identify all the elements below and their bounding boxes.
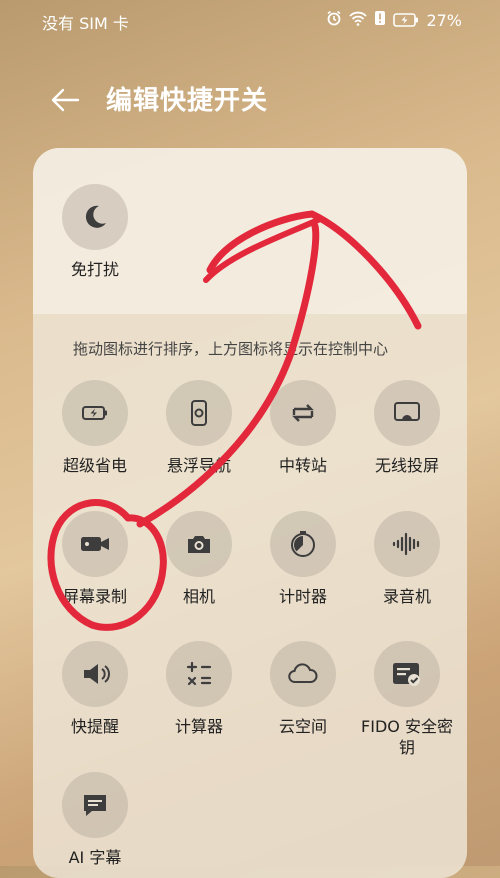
tile-ai-subtitle[interactable]: AI 字幕 — [43, 772, 147, 868]
wireless-projection-icon — [394, 402, 420, 421]
quick-switch-panel: 免打扰 拖动图标进行排序，上方图标将显示在控制中心 超级省电 悬浮导航 中转站 … — [33, 148, 467, 878]
tile-do-not-disturb[interactable]: 免打扰 — [43, 184, 147, 280]
wifi-icon — [349, 11, 368, 30]
quick-reminder-icon — [84, 664, 110, 684]
screen-record-icon — [81, 537, 109, 551]
back-button[interactable] — [48, 82, 84, 118]
cloud-icon — [288, 663, 318, 683]
camera-icon — [188, 536, 210, 553]
tile-button[interactable] — [62, 184, 128, 250]
tile-timer[interactable]: 计时器 — [251, 511, 355, 607]
sort-hint: 拖动图标进行排序，上方图标将显示在控制中心 — [73, 340, 389, 358]
alarm-icon — [326, 10, 342, 30]
calculator-icon — [186, 661, 212, 686]
battery-icon — [393, 13, 419, 27]
header: 编辑快捷开关 — [0, 72, 500, 128]
floating-nav-icon — [191, 400, 207, 426]
recorder-icon — [392, 532, 420, 556]
back-arrow-icon — [51, 88, 80, 112]
transfer-station-icon — [292, 404, 314, 422]
tile-screen-record[interactable]: 屏幕录制 — [43, 511, 147, 607]
moon-icon — [85, 205, 106, 228]
tile-super-power-saving[interactable]: 超级省电 — [43, 380, 147, 476]
ai-subtitle-icon — [84, 795, 106, 816]
fido-key-icon — [393, 663, 420, 686]
battery-percent: 27% — [426, 10, 462, 30]
tile-fido-security-key[interactable]: FIDO 安全密钥 — [355, 641, 459, 758]
battery-saver-icon — [82, 406, 107, 420]
alert-icon — [374, 10, 386, 30]
timer-icon — [291, 531, 315, 557]
page-title: 编辑快捷开关 — [106, 86, 269, 116]
carrier-text: 没有 SIM 卡 — [42, 14, 129, 33]
tile-cloud-space[interactable]: 云空间 — [251, 641, 355, 737]
tile-wireless-projection[interactable]: 无线投屏 — [355, 380, 459, 476]
status-icons: 27% — [326, 10, 462, 30]
tile-recorder[interactable]: 录音机 — [355, 511, 459, 607]
tile-floating-navigation[interactable]: 悬浮导航 — [147, 380, 251, 476]
tile-camera[interactable]: 相机 — [147, 511, 251, 607]
tile-transfer-station[interactable]: 中转站 — [251, 380, 355, 476]
tile-calculator[interactable]: 计算器 — [147, 641, 251, 737]
status-bar: 没有 SIM 卡 27% — [0, 0, 500, 40]
tile-label: 免打扰 — [70, 260, 119, 279]
tile-quick-reminder[interactable]: 快提醒 — [43, 641, 147, 737]
